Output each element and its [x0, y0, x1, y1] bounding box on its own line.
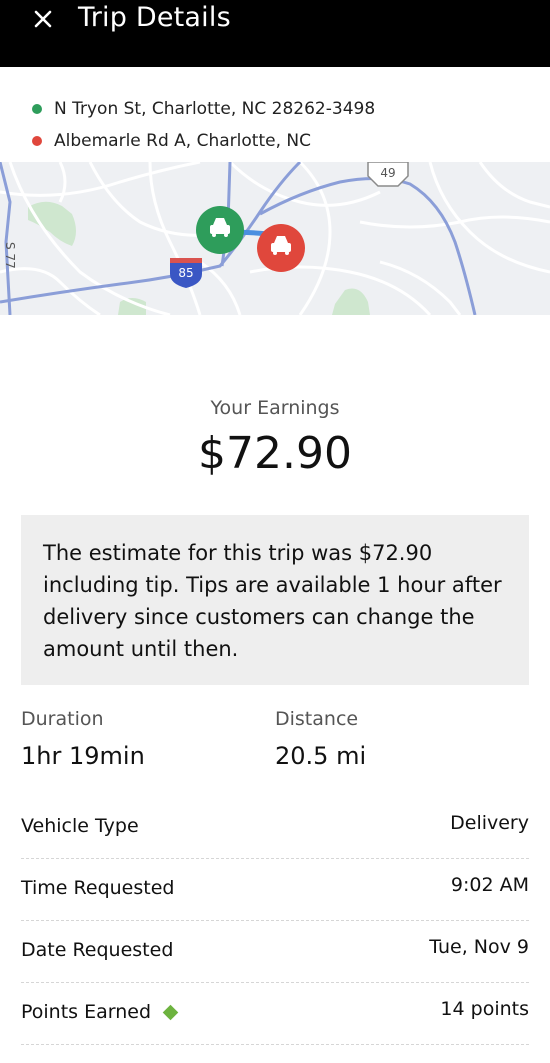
detail-label: Time Requested: [21, 877, 175, 899]
map-canvas: 85 49 S 77: [0, 162, 550, 315]
interstate-label: 85: [178, 266, 193, 280]
duration-value: 1hr 19min: [21, 742, 145, 770]
detail-value: 14 points: [440, 998, 529, 1020]
pickup-location: N Tryon St, Charlotte, NC 28262-3498: [32, 99, 375, 119]
close-button[interactable]: [30, 4, 58, 32]
highway-label: 49: [380, 166, 395, 180]
distance-stat: Distance 20.5 mi: [275, 708, 366, 770]
edge-road-label: S 77: [3, 242, 17, 269]
earnings-label: Your Earnings: [210, 397, 340, 419]
header-bar: Trip Details: [0, 0, 550, 67]
diamond-icon: [162, 1004, 179, 1020]
detail-value: 9:02 AM: [450, 874, 529, 896]
detail-value: Delivery: [450, 812, 529, 834]
close-icon: [34, 10, 52, 28]
pickup-dot-icon: [32, 104, 42, 114]
detail-value: Tue, Nov 9: [429, 936, 529, 958]
dropoff-address: Albemarle Rd A, Charlotte, NC: [54, 131, 311, 151]
detail-label: Date Requested: [21, 939, 174, 961]
detail-row-points-earned: Points Earned 14 points: [21, 983, 529, 1045]
detail-label: Vehicle Type: [21, 815, 139, 837]
detail-row-vehicle-type: Vehicle Type Delivery: [21, 797, 529, 859]
trip-locations: N Tryon St, Charlotte, NC 28262-3498 Alb…: [0, 67, 550, 162]
earnings-amount: $72.90: [198, 428, 352, 479]
detail-label: Points Earned: [21, 1001, 152, 1023]
distance-value: 20.5 mi: [275, 742, 367, 770]
distance-label: Distance: [275, 708, 359, 730]
dropoff-location: Albemarle Rd A, Charlotte, NC: [32, 131, 311, 151]
duration-stat: Duration 1hr 19min: [21, 708, 145, 770]
pickup-car-marker-icon[interactable]: [196, 206, 244, 254]
highway-shield-icon: 49: [367, 162, 409, 187]
detail-row-time-requested: Time Requested 9:02 AM: [21, 859, 529, 921]
dropoff-car-marker-icon[interactable]: [257, 224, 305, 272]
map-park: [332, 288, 370, 315]
pickup-address: N Tryon St, Charlotte, NC 28262-3498: [54, 99, 376, 119]
interstate-shield-icon: 85: [170, 258, 202, 288]
points-label-wrap: Points Earned: [21, 1001, 179, 1023]
page-title: Trip Details: [78, 2, 231, 33]
duration-label: Duration: [21, 708, 104, 730]
dropoff-dot-icon: [32, 136, 42, 146]
detail-row-date-requested: Date Requested Tue, Nov 9: [21, 921, 529, 983]
tip-notice: The estimate for this trip was $72.90 in…: [21, 515, 529, 685]
trip-map[interactable]: 85 49 S 77: [0, 162, 550, 315]
